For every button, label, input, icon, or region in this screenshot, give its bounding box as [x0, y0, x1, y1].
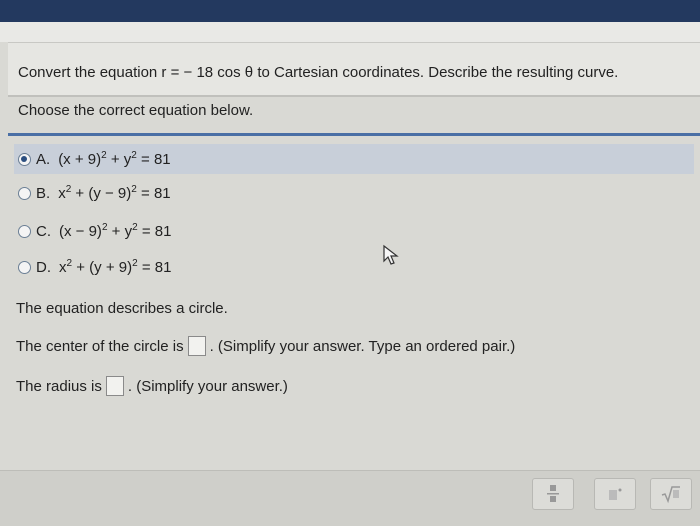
- option-letter: C.: [36, 222, 51, 240]
- dot-icon[interactable]: [594, 478, 636, 510]
- option-c[interactable]: C. (x − 9)2 + y2 = 81: [14, 216, 171, 246]
- option-equation: (x + 9)2 + y2 = 81: [58, 150, 171, 168]
- separator: [8, 133, 700, 136]
- center-row: The center of the circle is . (Simplify …: [16, 336, 515, 356]
- option-equation: x2 + (y + 9)2 = 81: [59, 258, 172, 276]
- radius-hint: . (Simplify your answer.): [127, 377, 288, 395]
- option-a[interactable]: A. (x + 9)2 + y2 = 81: [14, 144, 694, 174]
- option-letter: B.: [36, 184, 51, 202]
- option-b[interactable]: B. x2 + (y − 9)2 = 81: [14, 178, 171, 208]
- radius-answer-input[interactable]: [105, 376, 124, 396]
- question-text: Convert the equation r = − 18 cos θ to C…: [18, 64, 619, 81]
- sqrt-icon[interactable]: [650, 478, 692, 510]
- radius-label: The radius is: [16, 377, 102, 395]
- prompt-text: Choose the correct equation below.: [18, 102, 254, 119]
- center-label: The center of the circle is: [16, 337, 184, 355]
- top-bar: [0, 0, 700, 22]
- radio-icon[interactable]: [18, 260, 31, 274]
- radius-row: The radius is . (Simplify your answer.): [16, 376, 288, 396]
- option-equation: x2 + (y − 9)2 = 81: [58, 184, 171, 202]
- option-letter: A.: [36, 150, 51, 168]
- option-d[interactable]: D. x2 + (y + 9)2 = 81: [14, 252, 171, 282]
- radio-icon[interactable]: [18, 152, 31, 166]
- radio-icon[interactable]: [18, 224, 31, 238]
- center-hint: . (Simplify your answer. Type an ordered…: [209, 337, 516, 355]
- mouse-pointer-icon: [383, 244, 399, 265]
- option-letter: D.: [36, 258, 51, 276]
- center-answer-input[interactable]: [187, 336, 206, 356]
- curve-statement: The equation describes a circle.: [16, 300, 228, 317]
- option-equation: (x − 9)2 + y2 = 81: [59, 222, 172, 240]
- radio-icon[interactable]: [18, 186, 31, 200]
- top-edge: [0, 22, 700, 42]
- fraction-icon[interactable]: [532, 478, 574, 510]
